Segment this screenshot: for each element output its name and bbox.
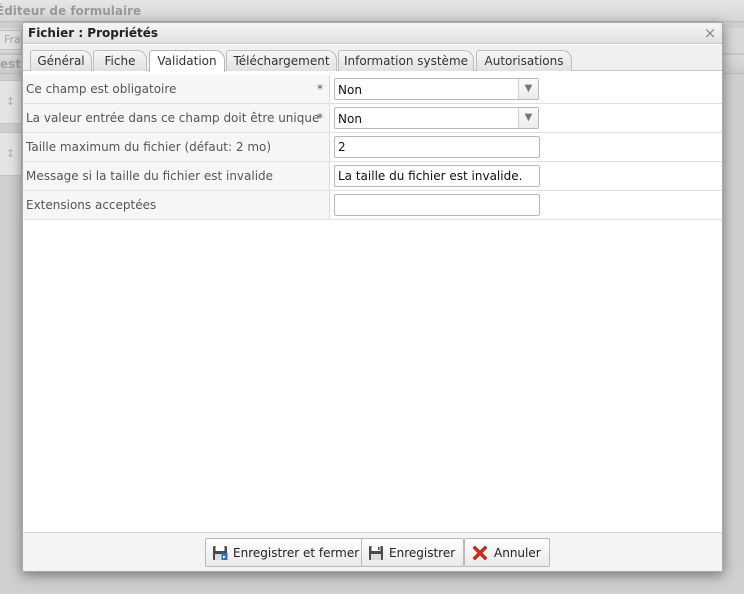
required-marker: * bbox=[317, 111, 323, 125]
field-label: Taille maximum du fichier (défaut: 2 mo) bbox=[26, 140, 272, 154]
dialog-footer: Enregistrer et fermer Enregistrer Annule… bbox=[23, 532, 722, 571]
label-cell: Ce champ est obligatoire * bbox=[23, 75, 330, 103]
save-close-icon bbox=[213, 545, 228, 560]
close-icon[interactable]: × bbox=[702, 24, 718, 42]
button-label: Enregistrer bbox=[389, 545, 456, 560]
combo-value: Non bbox=[338, 83, 362, 97]
red-x-icon bbox=[472, 545, 488, 560]
required-marker: * bbox=[317, 82, 323, 96]
combo-value: Non bbox=[338, 112, 362, 126]
tab-telechargement[interactable]: Téléchargement bbox=[226, 50, 337, 71]
field-label: La valeur entrée dans ce champ doit être… bbox=[26, 111, 320, 125]
button-label: Enregistrer et fermer bbox=[233, 545, 360, 560]
floppy-disk-icon bbox=[369, 545, 383, 560]
field-label: Extensions acceptées bbox=[26, 198, 157, 212]
save-and-close-button[interactable]: Enregistrer et fermer bbox=[205, 538, 369, 567]
label-cell: Extensions acceptées bbox=[23, 191, 330, 219]
tab-information-systeme[interactable]: Information système bbox=[338, 50, 474, 71]
tab-strip: Général Fiche Validation Téléchargement … bbox=[23, 45, 722, 72]
form-row-max-size: Taille maximum du fichier (défaut: 2 mo) bbox=[23, 133, 722, 162]
required-combo[interactable]: Non ▼ bbox=[334, 78, 539, 100]
chevron-down-icon[interactable]: ▼ bbox=[518, 79, 538, 99]
tab-validation[interactable]: Validation bbox=[149, 50, 225, 72]
save-button[interactable]: Enregistrer bbox=[361, 538, 465, 567]
label-cell: La valeur entrée dans ce champ doit être… bbox=[23, 104, 330, 132]
validation-form: Ce champ est obligatoire * Non ▼ La vale… bbox=[23, 75, 722, 220]
unique-combo[interactable]: Non ▼ bbox=[334, 107, 539, 129]
field-label: Ce champ est obligatoire bbox=[26, 82, 177, 96]
button-label: Annuler bbox=[494, 545, 541, 560]
background-app-title: Éditeur de formulaire bbox=[0, 0, 744, 22]
form-row-invalid-message: Message si la taille du fichier est inva… bbox=[23, 162, 722, 191]
chevron-down-icon[interactable]: ▼ bbox=[518, 108, 538, 128]
field-label: Message si la taille du fichier est inva… bbox=[26, 169, 274, 183]
label-cell: Taille maximum du fichier (défaut: 2 mo) bbox=[23, 133, 330, 161]
dialog-header: Fichier : Propriétés × bbox=[23, 23, 722, 44]
extensions-input[interactable] bbox=[334, 194, 540, 216]
label-cell: Message si la taille du fichier est inva… bbox=[23, 162, 330, 190]
tab-general[interactable]: Général bbox=[30, 50, 92, 71]
tab-fiche[interactable]: Fiche bbox=[93, 50, 147, 71]
cancel-button[interactable]: Annuler bbox=[464, 538, 550, 567]
properties-dialog: Fichier : Propriétés × Général Fiche Val… bbox=[22, 22, 723, 572]
invalid-message-input[interactable] bbox=[334, 165, 540, 187]
form-row-unique: La valeur entrée dans ce champ doit être… bbox=[23, 104, 722, 133]
dialog-title: Fichier : Propriétés bbox=[28, 26, 159, 40]
background-tab: Fra bbox=[0, 30, 22, 50]
form-row-extensions: Extensions acceptées bbox=[23, 191, 722, 220]
tab-autorisations[interactable]: Autorisations bbox=[476, 50, 572, 71]
form-row-required: Ce champ est obligatoire * Non ▼ bbox=[23, 75, 722, 104]
background-drag-handle: ↕ bbox=[0, 132, 22, 176]
max-size-input[interactable] bbox=[334, 136, 540, 158]
background-drag-handle: ↕ bbox=[0, 80, 22, 124]
